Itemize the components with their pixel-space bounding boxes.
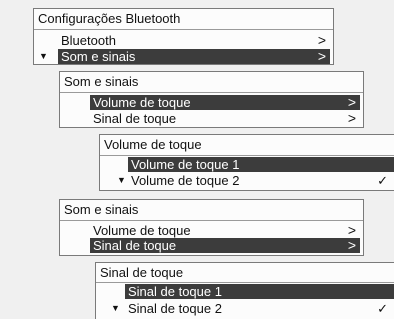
menu-item-label: Sinal de toque 1: [128, 284, 222, 299]
panel-title: Sinal de toque: [100, 265, 184, 280]
menu-item-som-e-sinais[interactable]: Som e sinais >: [58, 49, 330, 64]
scroll-down-icon: ▼: [39, 51, 48, 61]
ringtone-panel: Sinal de toque Sinal de toque 1 ▼ Sinal …: [95, 262, 394, 319]
title-divider: [34, 29, 333, 30]
scroll-down-icon: ▼: [117, 175, 126, 185]
menu-item-sinal-de-toque[interactable]: Sinal de toque >: [90, 238, 360, 253]
chevron-right-icon: >: [317, 32, 326, 48]
menu-item-label: Volume de toque 1: [131, 157, 240, 172]
sound-signals-panel: Som e sinais Volume de toque > Sinal de …: [59, 71, 364, 128]
checkmark-icon: ✓: [377, 301, 388, 316]
menu-item-label: Sinal de toque 2: [128, 301, 222, 316]
menu-item-label: Volume de toque 2: [131, 173, 240, 188]
checkmark-icon: ✓: [377, 173, 388, 188]
menu-item-sinal-de-toque-1[interactable]: Sinal de toque 1: [125, 284, 394, 299]
chevron-right-icon: >: [347, 222, 356, 238]
sound-signals-panel-2: Som e sinais Volume de toque > Sinal de …: [59, 199, 364, 256]
chevron-right-icon: >: [347, 110, 356, 126]
panel-title: Som e sinais: [64, 202, 139, 217]
panel-title: Volume de toque: [104, 137, 202, 152]
menu-item-volume-de-toque-2[interactable]: Volume de toque 2 ✓: [128, 173, 394, 188]
menu-item-label: Sinal de toque: [93, 238, 177, 253]
menu-item-label: Sinal de toque: [93, 111, 177, 126]
menu-item-sinal-de-toque-2[interactable]: Sinal de toque 2 ✓: [125, 301, 394, 316]
menu-item-label: Volume de toque: [93, 95, 191, 110]
panel-title: Configurações Bluetooth: [38, 11, 181, 26]
chevron-right-icon: >: [347, 94, 356, 110]
title-divider: [96, 282, 394, 283]
menu-item-sinal-de-toque[interactable]: Sinal de toque >: [90, 110, 360, 127]
title-divider: [60, 92, 363, 93]
bluetooth-settings-panel: Configurações Bluetooth Bluetooth > ▼ So…: [33, 8, 334, 65]
menu-item-volume-de-toque[interactable]: Volume de toque >: [90, 222, 360, 239]
chevron-right-icon: >: [347, 237, 356, 253]
menu-item-volume-de-toque-1[interactable]: Volume de toque 1: [128, 157, 394, 172]
menu-item-label: Som e sinais: [61, 49, 136, 64]
menu-item-bluetooth[interactable]: Bluetooth >: [58, 32, 330, 49]
scroll-down-icon: ▼: [111, 303, 120, 313]
chevron-right-icon: >: [317, 48, 326, 64]
menu-item-label: Bluetooth: [61, 33, 116, 48]
panel-title: Som e sinais: [64, 74, 139, 89]
menu-item-volume-de-toque[interactable]: Volume de toque >: [90, 95, 360, 110]
menu-item-label: Volume de toque: [93, 223, 191, 238]
title-divider: [60, 220, 363, 221]
ring-volume-panel: Volume de toque Volume de toque 1 ▼ Volu…: [99, 134, 394, 191]
title-divider: [100, 155, 394, 156]
